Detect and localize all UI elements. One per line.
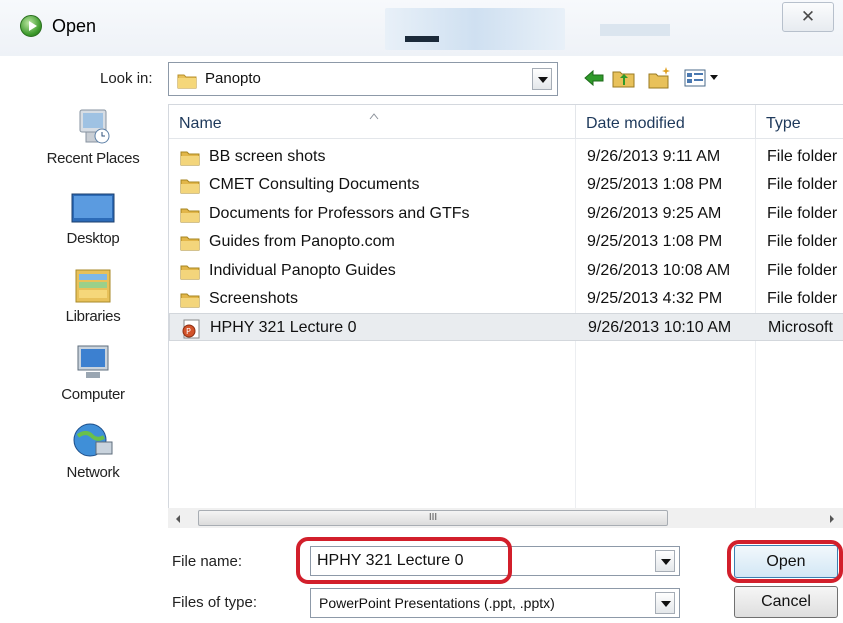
chevron-down-icon[interactable] [532, 68, 552, 90]
folder-icon [179, 232, 201, 257]
background-window-blur [600, 24, 670, 36]
scroll-right-icon[interactable] [828, 512, 836, 524]
file-type: File folder [767, 148, 838, 165]
files-of-type-value: PowerPoint Presentations (.ppt, .pptx) [319, 595, 555, 611]
back-icon[interactable] [582, 66, 606, 90]
place-label: Computer [61, 386, 125, 403]
file-type: File folder [767, 176, 838, 193]
file-type: Microsoft [768, 319, 833, 336]
column-type[interactable]: Type [755, 105, 843, 139]
file-name: BB screen shots [209, 148, 326, 165]
folder-icon [179, 261, 201, 286]
network-icon [70, 420, 116, 462]
file-row[interactable]: CMET Consulting Documents 9/25/2013 1:08… [169, 171, 843, 199]
file-name: Documents for Professors and GTFs [209, 205, 470, 222]
file-name: Screenshots [209, 290, 298, 307]
place-label: Network [66, 464, 120, 481]
folder-icon [179, 289, 201, 314]
file-row[interactable]: Guides from Panopto.com 9/25/2013 1:08 P… [169, 228, 843, 256]
file-name: CMET Consulting Documents [209, 176, 420, 193]
place-label: Desktop [66, 230, 120, 247]
powerpoint-file-icon: P [180, 318, 202, 345]
cancel-button[interactable]: Cancel [734, 586, 838, 618]
file-type: File folder [767, 233, 838, 250]
file-name-input[interactable] [315, 550, 647, 572]
files-of-type-dropdown[interactable]: PowerPoint Presentations (.ppt, .pptx) [310, 588, 680, 618]
new-folder-icon[interactable] [648, 66, 672, 90]
file-date: 9/25/2013 4:32 PM [587, 290, 723, 307]
places-bar: Recent Places Desktop Libraries Computer… [24, 100, 162, 510]
file-date: 9/26/2013 9:25 AM [587, 205, 722, 222]
file-date: 9/25/2013 1:08 PM [587, 176, 723, 193]
place-libraries[interactable]: Libraries [24, 264, 162, 325]
file-name: HPHY 321 Lecture 0 [210, 319, 357, 336]
views-menu-icon[interactable] [683, 66, 723, 90]
file-date: 9/26/2013 9:11 AM [587, 148, 721, 165]
chevron-down-icon[interactable] [655, 592, 675, 614]
look-in-value: Panopto [205, 70, 261, 87]
file-type: File folder [767, 262, 838, 279]
place-recent-places[interactable]: Recent Places [24, 106, 162, 167]
file-name: Guides from Panopto.com [209, 233, 395, 250]
file-date: 9/26/2013 10:10 AM [588, 319, 732, 336]
look-in-dropdown[interactable]: Panopto [168, 62, 558, 96]
folder-icon [179, 204, 201, 229]
svg-text:P: P [186, 327, 191, 336]
folder-icon [179, 175, 201, 200]
file-row[interactable]: Screenshots 9/25/2013 4:32 PM File folde… [169, 285, 843, 313]
open-dialog-icon [20, 15, 42, 37]
file-type: File folder [767, 205, 838, 222]
file-date: 9/25/2013 1:08 PM [587, 233, 723, 250]
place-network[interactable]: Network [24, 420, 162, 481]
chevron-down-icon[interactable] [655, 550, 675, 572]
close-button[interactable]: ✕ [782, 2, 834, 32]
file-name-combo[interactable] [310, 546, 680, 576]
title-bar: Open ✕ [0, 0, 843, 56]
file-date: 9/26/2013 10:08 AM [587, 262, 731, 279]
file-name: Individual Panopto Guides [209, 262, 396, 279]
file-row[interactable]: BB screen shots 9/26/2013 9:11 AM File f… [169, 143, 843, 171]
scroll-left-icon[interactable] [174, 512, 182, 524]
recent-places-icon [70, 106, 116, 148]
place-label: Libraries [65, 308, 121, 325]
place-desktop[interactable]: Desktop [24, 186, 162, 247]
file-list[interactable]: Name Date modified Type BB screen shots … [168, 104, 843, 513]
computer-icon [70, 342, 116, 384]
look-in-label: Look in: [100, 70, 153, 87]
file-row[interactable]: Individual Panopto Guides 9/26/2013 10:0… [169, 257, 843, 285]
folder-icon [177, 71, 197, 93]
file-type: File folder [767, 290, 838, 307]
window-title: Open [52, 16, 97, 36]
place-label: Recent Places [46, 150, 140, 167]
scrollbar-thumb[interactable]: III [198, 510, 668, 526]
column-header: Name Date modified Type [169, 105, 843, 139]
sort-ascending-icon [369, 107, 379, 120]
column-date-modified[interactable]: Date modified [575, 105, 755, 139]
horizontal-scrollbar[interactable]: III [168, 508, 843, 528]
place-computer[interactable]: Computer [24, 342, 162, 403]
libraries-icon [70, 264, 116, 306]
file-row[interactable]: Documents for Professors and GTFs 9/26/2… [169, 200, 843, 228]
file-name-label: File name: [172, 553, 243, 570]
file-row-selected[interactable]: P HPHY 321 Lecture 0 9/26/2013 10:10 AM … [169, 313, 843, 341]
folder-icon [179, 147, 201, 172]
up-folder-icon[interactable] [612, 66, 636, 90]
open-button[interactable]: Open [734, 545, 838, 578]
background-window-blur [385, 8, 565, 50]
background-window-blur [405, 36, 439, 42]
files-of-type-label: Files of type: [172, 594, 258, 611]
desktop-icon [70, 186, 116, 228]
